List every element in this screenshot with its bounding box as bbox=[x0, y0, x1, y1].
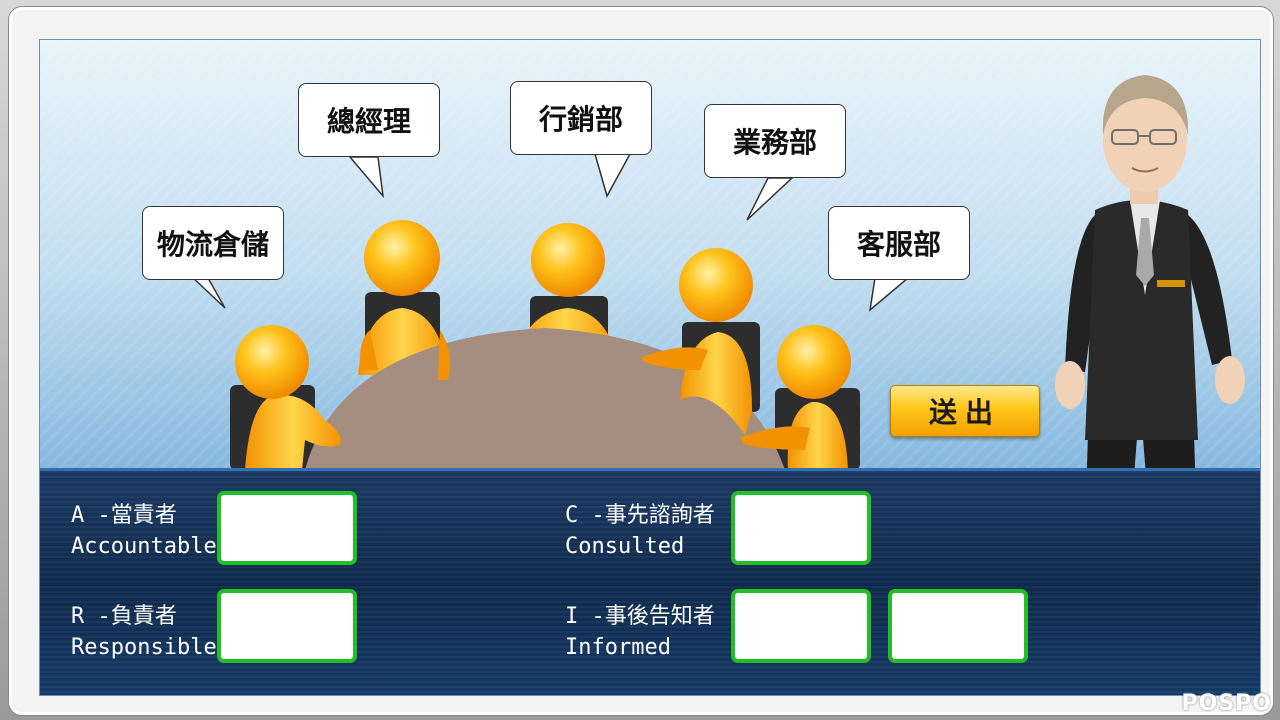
drop-zone-informed-1[interactable] bbox=[731, 589, 871, 663]
role-separator: - bbox=[578, 604, 605, 629]
drop-zone-consulted[interactable] bbox=[731, 491, 871, 565]
bubble-customer-service: 客服部 bbox=[828, 206, 970, 280]
role-cn: 當責者 bbox=[110, 503, 177, 528]
role-label-consulted: C -事先諮詢者 Consulted bbox=[565, 500, 715, 562]
role-en: Accountable bbox=[71, 534, 217, 559]
role-separator: - bbox=[84, 604, 111, 629]
role-cn: 負責者 bbox=[110, 604, 177, 629]
answer-panel: A -當責者 Accountable R -負責者 Responsible C … bbox=[40, 468, 1260, 695]
bubble-tail bbox=[348, 156, 385, 199]
businessman-character bbox=[1055, 75, 1245, 470]
role-en: Consulted bbox=[565, 534, 685, 559]
bubble-marketing-text: 行銷部 bbox=[538, 103, 623, 136]
role-cn: 事先諮詢者 bbox=[604, 503, 715, 528]
bubble-sales: 業務部 bbox=[704, 104, 846, 178]
bubble-general-manager: 總經理 bbox=[298, 83, 440, 157]
bubble-tail bbox=[868, 277, 911, 312]
bubble-general-manager-text: 總經理 bbox=[326, 105, 411, 138]
bubble-marketing: 行銷部 bbox=[510, 81, 652, 155]
role-en: Informed bbox=[565, 635, 671, 660]
bubble-tail bbox=[746, 177, 794, 221]
role-code: I bbox=[565, 604, 579, 629]
drop-zone-informed-2[interactable] bbox=[888, 589, 1028, 663]
role-separator: - bbox=[578, 503, 605, 528]
bubble-customer-service-text: 客服部 bbox=[856, 228, 941, 261]
bubble-logistics-text: 物流倉儲 bbox=[156, 228, 269, 261]
role-code: C bbox=[565, 503, 579, 528]
stage: 物流倉儲 總經理 行銷部 業務部 客服部 送出 A -當責者 Accountab… bbox=[39, 39, 1261, 696]
app-frame: 物流倉儲 總經理 行銷部 業務部 客服部 送出 A -當責者 Accountab… bbox=[8, 6, 1274, 716]
role-cn: 事後告知者 bbox=[604, 604, 715, 629]
bubble-tail bbox=[594, 153, 632, 198]
role-code: A bbox=[71, 503, 85, 528]
role-label-informed: I -事後告知者 Informed bbox=[565, 601, 715, 663]
drop-zone-responsible[interactable] bbox=[217, 589, 357, 663]
submit-button[interactable]: 送出 bbox=[890, 385, 1040, 437]
bubble-sales-text: 業務部 bbox=[732, 126, 817, 159]
role-label-responsible: R -負責者 Responsible bbox=[71, 601, 217, 663]
watermark-logo: POSPO bbox=[1181, 691, 1272, 716]
role-code: R bbox=[71, 604, 85, 629]
drop-zone-accountable[interactable] bbox=[217, 491, 357, 565]
role-separator: - bbox=[84, 503, 111, 528]
role-label-accountable: A -當責者 Accountable bbox=[71, 500, 217, 562]
role-en: Responsible bbox=[71, 635, 217, 660]
bubble-logistics: 物流倉儲 bbox=[142, 206, 284, 280]
